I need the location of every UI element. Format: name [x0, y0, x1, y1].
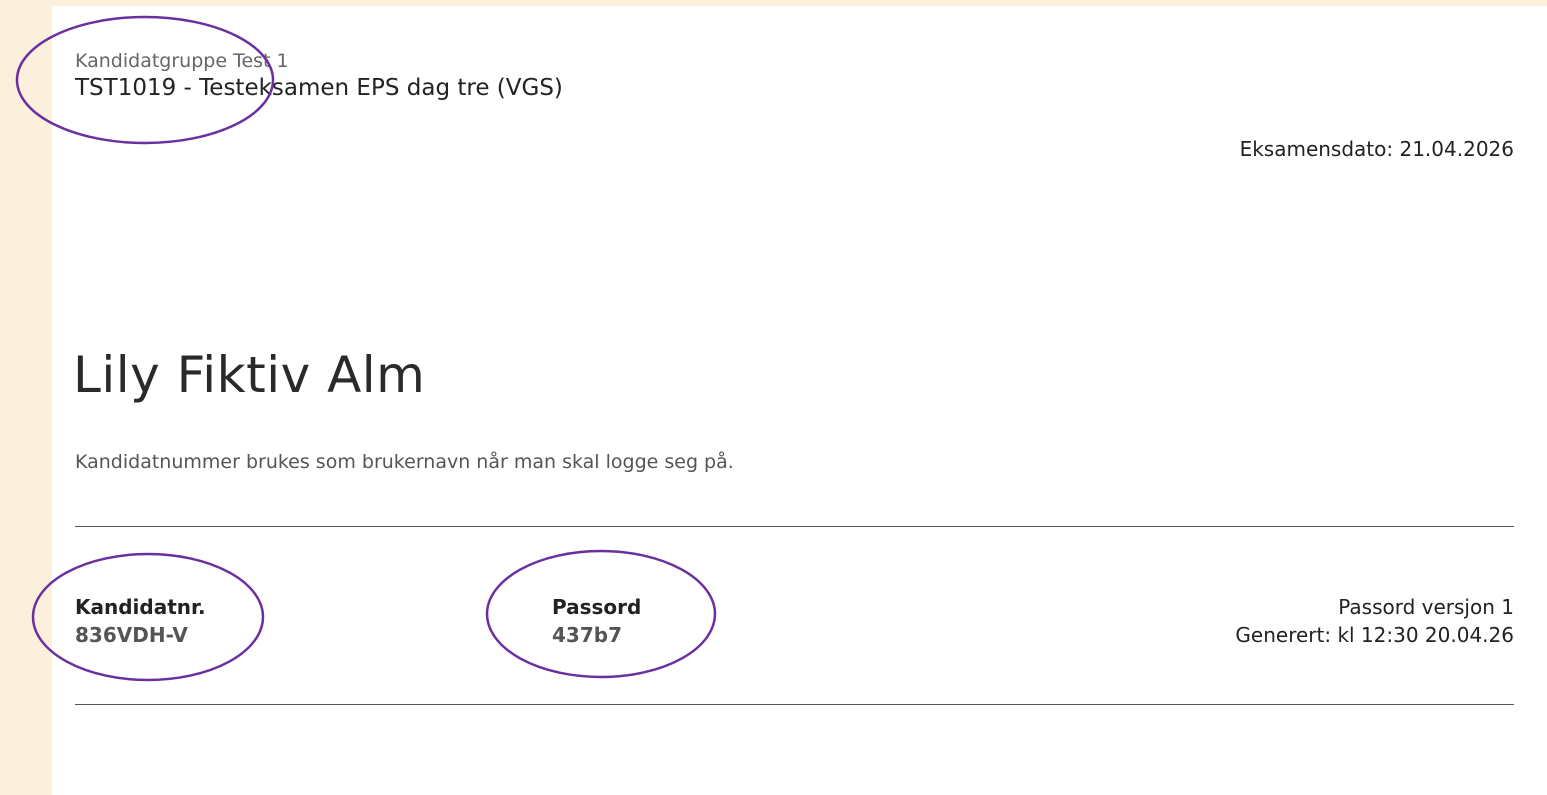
exam-title: TST1019 - Testeksamen EPS dag tre (VGS) [75, 75, 563, 101]
divider-top [75, 526, 1514, 527]
candidate-number-value: 836VDH-V [75, 623, 188, 647]
login-hint: Kandidatnummer brukes som brukernavn når… [75, 451, 734, 473]
candidate-sheet: Kandidatgruppe Test 1 TST1019 - Testeksa… [52, 6, 1547, 795]
password-value: 437b7 [552, 623, 622, 647]
password-label: Passord [552, 595, 642, 619]
candidate-name: Lily Fiktiv Alm [73, 346, 426, 404]
password-version: Passord versjon 1 [1338, 595, 1514, 619]
generated-timestamp: Generert: kl 12:30 20.04.26 [1235, 623, 1514, 647]
divider-bottom [75, 704, 1514, 705]
exam-date: Eksamensdato: 21.04.2026 [1239, 137, 1514, 161]
candidate-group-name: Kandidatgruppe Test 1 [75, 50, 289, 72]
candidate-number-label: Kandidatnr. [75, 595, 206, 619]
